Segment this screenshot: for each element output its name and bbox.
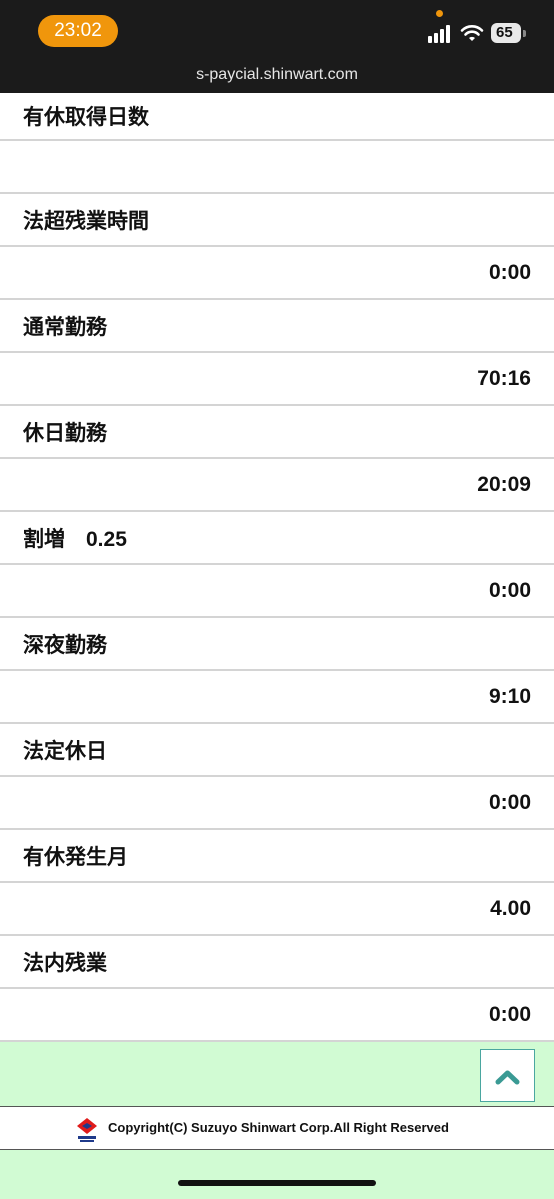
list-item-label: 休日勤務 bbox=[0, 406, 554, 459]
item-label: 有休発生月 bbox=[23, 845, 128, 869]
list-item-value: 4.00 bbox=[0, 883, 554, 936]
wifi-icon bbox=[460, 25, 484, 41]
list-item-label: 法超残業時間 bbox=[0, 194, 554, 247]
scroll-to-top-button[interactable] bbox=[480, 1049, 535, 1102]
item-value: 0:00 bbox=[488, 1002, 531, 1026]
list-item-label: 法内残業 bbox=[0, 936, 554, 989]
battery-tip bbox=[523, 30, 526, 37]
signal-icon bbox=[428, 25, 454, 43]
item-label: 法定休日 bbox=[23, 739, 107, 763]
item-value: 0:00 bbox=[488, 790, 531, 814]
list-item-label: 有休発生月 bbox=[0, 830, 554, 883]
list-item-value: 0:00 bbox=[0, 777, 554, 830]
copyright-text: Copyright(C) Suzuyo Shinwart Corp.All Ri… bbox=[108, 1120, 449, 1135]
status-time[interactable]: 23:02 bbox=[38, 15, 118, 47]
recording-indicator-dot bbox=[436, 10, 443, 17]
list-item-label: 通常勤務 bbox=[0, 300, 554, 353]
list-item-value: 0:00 bbox=[0, 565, 554, 618]
item-label: 有休取得日数 bbox=[23, 106, 149, 129]
item-label: 法超残業時間 bbox=[23, 209, 149, 233]
item-label: 休日勤務 bbox=[23, 421, 107, 445]
company-logo-icon bbox=[77, 1118, 97, 1142]
list-item-value bbox=[0, 141, 554, 194]
list-item-value: 0:00 bbox=[0, 989, 554, 1042]
item-value: 70:16 bbox=[477, 366, 531, 390]
status-bar: 23:02 65 s-paycial.shinwart.com bbox=[0, 0, 554, 93]
item-value: 0:00 bbox=[488, 578, 531, 602]
list-item-label: 割増 0.25 bbox=[0, 512, 554, 565]
item-value: 20:09 bbox=[477, 472, 531, 496]
list-item-label: 深夜勤務 bbox=[0, 618, 554, 671]
list-item-label: 法定休日 bbox=[0, 724, 554, 777]
item-value: 0:00 bbox=[488, 260, 531, 284]
item-label: 通常勤務 bbox=[23, 315, 107, 339]
list-item-value: 20:09 bbox=[0, 459, 554, 512]
item-value: 4.00 bbox=[490, 896, 531, 920]
item-label: 割増 0.25 bbox=[23, 527, 127, 551]
list-item-value: 0:00 bbox=[0, 247, 554, 300]
battery-icon: 65 bbox=[491, 23, 521, 43]
attendance-list: 有休取得日数 法超残業時間 0:00 通常勤務 70:16 休日勤務 20:09… bbox=[0, 93, 554, 1042]
item-value: 9:10 bbox=[488, 684, 531, 708]
item-label: 深夜勤務 bbox=[23, 633, 107, 657]
chevron-up-icon bbox=[495, 1070, 520, 1085]
url-bar[interactable]: s-paycial.shinwart.com bbox=[0, 66, 554, 84]
item-label: 法内残業 bbox=[23, 951, 107, 975]
list-item-value: 70:16 bbox=[0, 353, 554, 406]
footer: Copyright(C) Suzuyo Shinwart Corp.All Ri… bbox=[0, 1106, 554, 1150]
list-item-value: 9:10 bbox=[0, 671, 554, 724]
home-indicator[interactable] bbox=[178, 1180, 376, 1186]
list-item-label: 有休取得日数 bbox=[0, 93, 554, 141]
